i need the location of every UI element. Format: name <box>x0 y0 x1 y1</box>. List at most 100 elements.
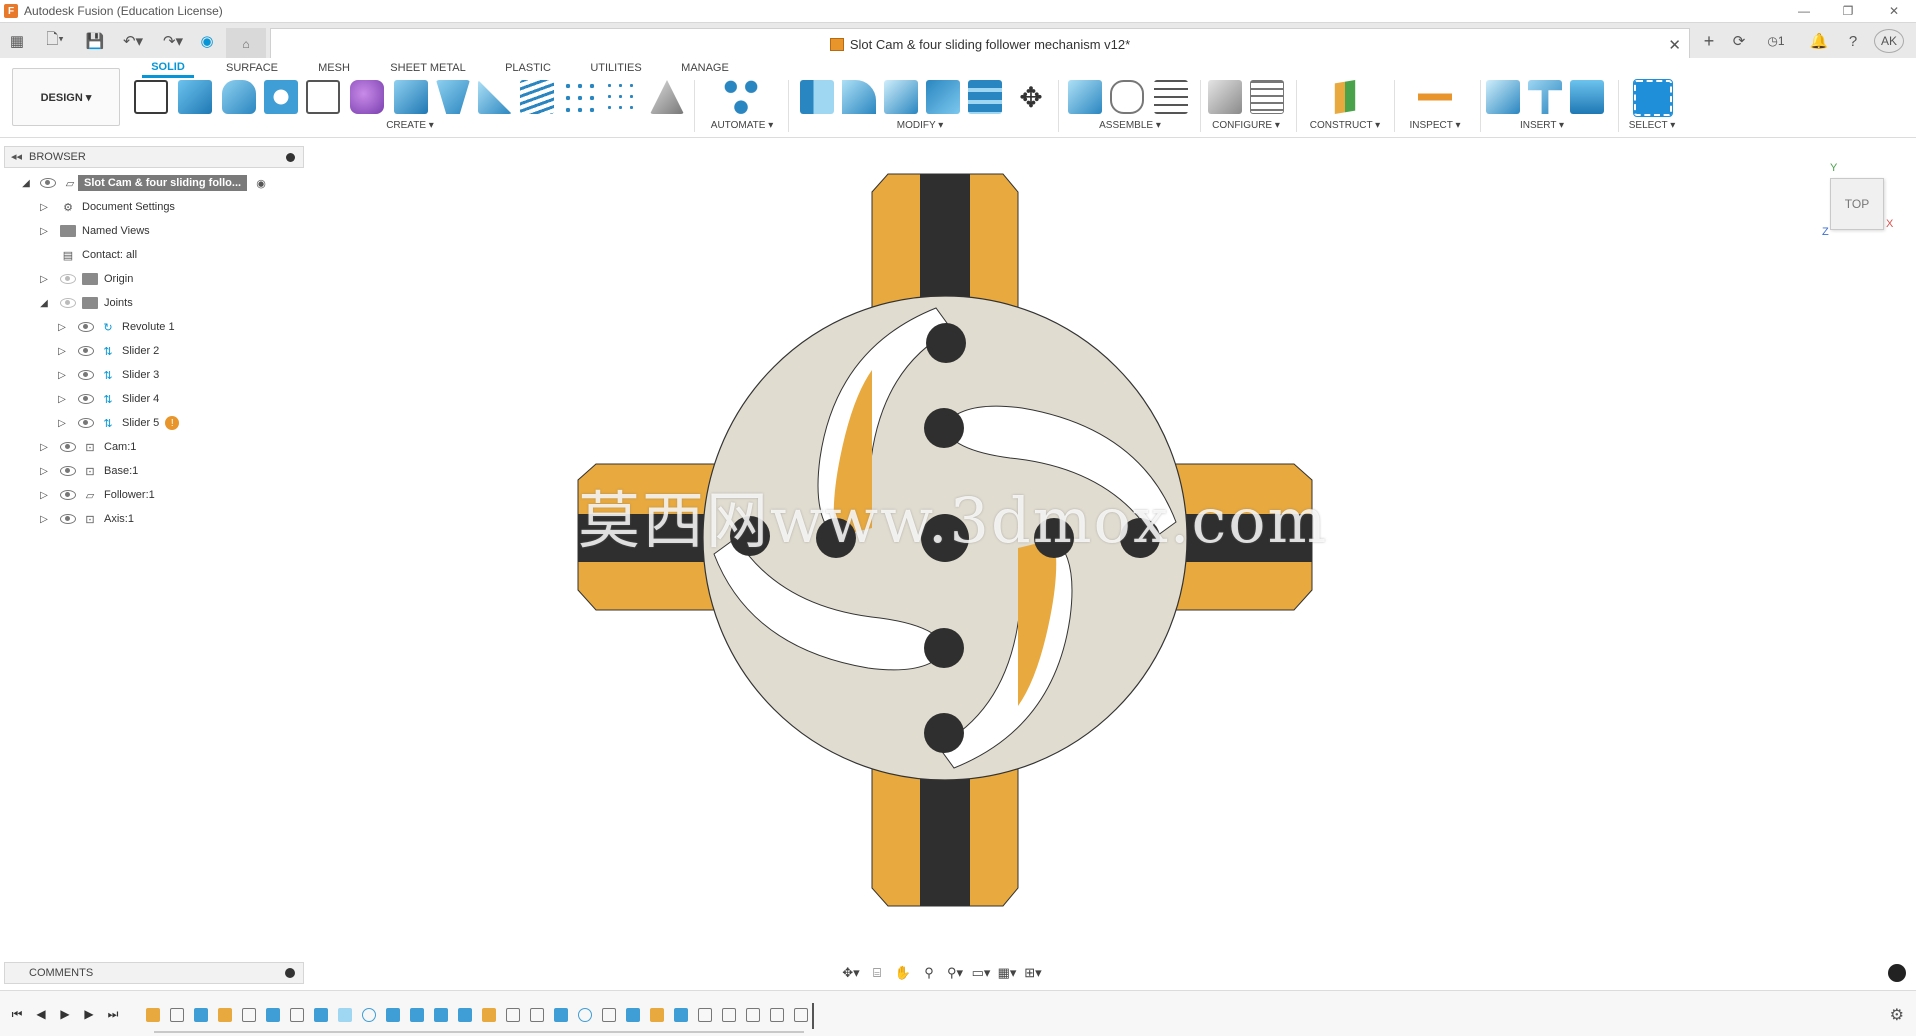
play-icon[interactable]: ▶ <box>56 1005 74 1023</box>
visibility-eye-icon[interactable] <box>60 442 76 452</box>
notifications-bell-icon[interactable]: 🔔 <box>1808 28 1830 54</box>
visibility-eye-icon[interactable] <box>60 466 76 476</box>
move-copy-icon[interactable]: ✥ <box>1014 80 1048 114</box>
expand-arrow-icon[interactable]: ▷ <box>56 321 68 333</box>
insert-mcmaster-icon[interactable] <box>1528 80 1562 114</box>
timeline-marker[interactable] <box>812 1003 814 1029</box>
timeline-component-icon[interactable] <box>146 1008 160 1022</box>
select-menu[interactable]: SELECT ▾ <box>1612 120 1692 131</box>
pan-hand-icon[interactable]: ✋ <box>892 963 914 983</box>
timeline-track[interactable] <box>154 1031 804 1033</box>
inspect-menu[interactable]: INSPECT ▾ <box>1392 120 1478 131</box>
timeline-sketch-icon[interactable] <box>242 1008 256 1022</box>
expand-arrow-icon[interactable]: ▷ <box>38 441 50 453</box>
expand-arrow-icon[interactable]: ▷ <box>38 513 50 525</box>
construct-menu[interactable]: CONSTRUCT ▾ <box>1300 120 1390 131</box>
timeline-pattern-icon[interactable] <box>578 1008 592 1022</box>
shell-icon[interactable] <box>884 80 918 114</box>
thread-icon[interactable] <box>520 80 554 114</box>
step-back-icon[interactable]: ◀ <box>32 1005 50 1023</box>
web-rib-icon[interactable] <box>478 80 512 114</box>
replace-face-icon[interactable] <box>968 80 1002 114</box>
save-icon[interactable]: 💾 <box>84 28 106 54</box>
path-pattern-icon[interactable] <box>604 80 638 114</box>
expand-arrow-icon[interactable]: ▷ <box>56 417 68 429</box>
configure-icon[interactable] <box>1208 80 1242 114</box>
timeline-sketch-icon[interactable] <box>530 1008 544 1022</box>
browser-item-origin[interactable]: ▷ Origin <box>38 268 139 290</box>
zoom-icon[interactable]: ⚲ <box>918 963 940 983</box>
close-window-icon[interactable]: ✕ <box>1874 0 1914 22</box>
select-icon[interactable] <box>1633 79 1673 117</box>
visibility-eye-icon[interactable] <box>60 298 76 308</box>
insert-menu[interactable]: INSERT ▾ <box>1502 120 1582 131</box>
automate-menu[interactable]: AUTOMATE ▾ <box>700 120 784 131</box>
add-comment-icon[interactable] <box>285 968 295 978</box>
browser-item-cam[interactable]: ▷ ⊡ Cam:1 <box>38 436 142 458</box>
visibility-eye-icon[interactable] <box>60 274 76 284</box>
undo-icon[interactable]: ↶▾ <box>116 28 150 54</box>
job-status-count[interactable]: ◷ 1 <box>1760 28 1792 54</box>
browser-item-slider-5[interactable]: ▷ ⇅ Slider 5 ! <box>56 412 180 434</box>
extrude-icon[interactable] <box>178 80 212 114</box>
close-tab-icon[interactable]: ✕ <box>1668 36 1681 54</box>
user-avatar[interactable]: AK <box>1874 29 1904 53</box>
table-bom-icon[interactable] <box>1154 80 1188 114</box>
follower-pin-top[interactable] <box>924 408 964 448</box>
browser-item-contact[interactable]: ▤ Contact: all <box>38 244 143 266</box>
step-forward-icon[interactable]: ▶ <box>80 1005 98 1023</box>
visibility-eye-icon[interactable] <box>78 394 94 404</box>
file-menu-icon[interactable]: 🗋▾ <box>38 28 72 54</box>
visibility-eye-icon[interactable] <box>78 346 94 356</box>
create-menu[interactable]: CREATE ▾ <box>370 120 450 131</box>
expand-arrow-icon[interactable]: ▷ <box>38 225 50 237</box>
browser-panel-header[interactable]: ◂◂ BROWSER <box>4 146 304 168</box>
slot-cam-model[interactable] <box>0 138 1916 986</box>
expand-arrow-icon[interactable]: ▷ <box>38 489 50 501</box>
visibility-eye-icon[interactable] <box>78 322 94 332</box>
automate-icon[interactable] <box>724 80 758 114</box>
browser-item-slider-2[interactable]: ▷ ⇅ Slider 2 <box>56 340 165 362</box>
minimize-icon[interactable]: — <box>1784 0 1824 22</box>
go-to-end-icon[interactable]: ⏭ <box>104 1005 122 1023</box>
tab-plastic[interactable]: PLASTIC <box>500 58 556 78</box>
tab-solid[interactable]: SOLID <box>142 58 194 78</box>
tab-sheet-metal[interactable]: SHEET METAL <box>386 58 470 78</box>
collapse-panel-icon[interactable]: ◂◂ <box>11 150 22 163</box>
timeline-extrude-icon[interactable] <box>386 1008 400 1022</box>
grid-settings-icon[interactable]: ▦▾ <box>996 963 1018 983</box>
assemble-menu[interactable]: ASSEMBLE ▾ <box>1090 120 1170 131</box>
timeline-component-icon[interactable] <box>650 1008 664 1022</box>
timeline-fillet-icon[interactable] <box>338 1008 352 1022</box>
collapse-arrow-icon[interactable]: ◢ <box>38 297 50 309</box>
browser-item-named-views[interactable]: ▷ Named Views <box>38 220 156 242</box>
combine-icon[interactable] <box>394 80 428 114</box>
3d-viewport[interactable] <box>0 138 1916 986</box>
timeline-extrude-icon[interactable] <box>674 1008 688 1022</box>
browser-item-slider-4[interactable]: ▷ ⇅ Slider 4 <box>56 388 165 410</box>
pattern-icon[interactable] <box>562 80 596 114</box>
browser-options-icon[interactable] <box>286 153 295 162</box>
create-sketch-icon[interactable] <box>134 80 168 114</box>
redo-icon[interactable]: ↷▾ <box>156 28 190 54</box>
job-status-icon[interactable]: ◉ <box>196 28 218 54</box>
timeline-sketch-icon[interactable] <box>290 1008 304 1022</box>
timeline-extrude-icon[interactable] <box>458 1008 472 1022</box>
comments-panel-header[interactable]: COMMENTS <box>4 962 304 984</box>
home-tab[interactable]: ⌂ <box>226 28 266 59</box>
timeline-extrude-icon[interactable] <box>626 1008 640 1022</box>
combine-modify-icon[interactable] <box>926 80 960 114</box>
timeline-extrude-icon[interactable] <box>194 1008 208 1022</box>
rectangular-pattern-box-icon[interactable] <box>306 80 340 114</box>
press-pull-icon[interactable] <box>800 80 834 114</box>
expand-arrow-icon[interactable]: ▷ <box>38 273 50 285</box>
timeline-sketch-icon[interactable] <box>170 1008 184 1022</box>
timeline-component-icon[interactable] <box>218 1008 232 1022</box>
browser-item-follower[interactable]: ▷ ▱ Follower:1 <box>38 484 161 506</box>
browser-item-revolute-1[interactable]: ▷ ↻ Revolute 1 <box>56 316 181 338</box>
follower-pin-bottom[interactable] <box>924 628 964 668</box>
visibility-eye-icon[interactable] <box>60 490 76 500</box>
timeline-pattern-icon[interactable] <box>362 1008 376 1022</box>
tab-manage[interactable]: MANAGE <box>676 58 734 78</box>
configuration-table-icon[interactable] <box>1250 80 1284 114</box>
